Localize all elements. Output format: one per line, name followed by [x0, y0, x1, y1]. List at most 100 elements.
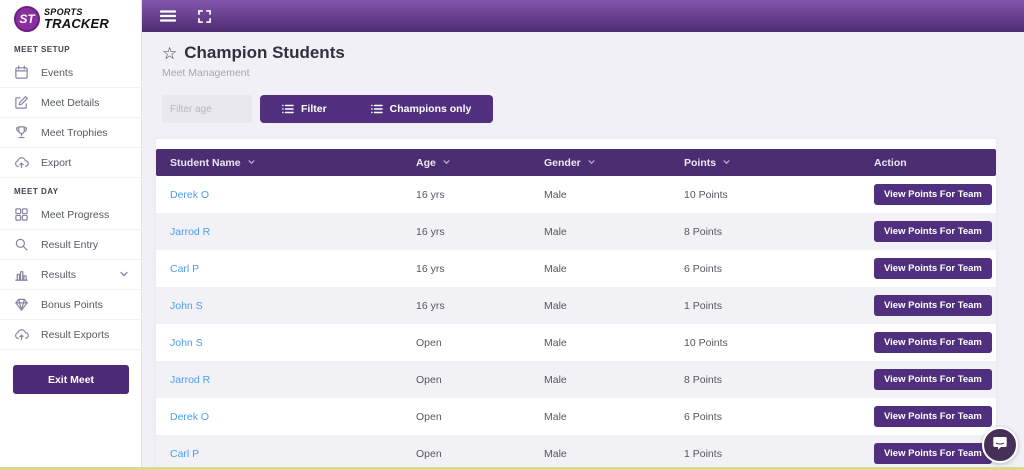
points-cell: 6 Points: [684, 410, 722, 423]
column-header-points[interactable]: Points: [670, 157, 860, 169]
main-content: ☆ Champion Students Meet Management Filt…: [142, 32, 1024, 470]
sidebar-item-export[interactable]: Export: [0, 148, 141, 178]
sort-chevron-icon: [722, 157, 731, 169]
gem-icon: [14, 297, 29, 312]
champions-only-button[interactable]: Champions only: [348, 95, 494, 123]
page-subtitle: Meet Management: [162, 67, 250, 79]
brand-monogram-icon: ST: [14, 5, 40, 32]
points-cell: 10 Points: [684, 336, 728, 349]
age-cell: Open: [416, 336, 442, 349]
column-header-action: Action: [874, 156, 907, 169]
table-row: Carl P Open Male 1 Points View Points Fo…: [156, 435, 996, 470]
age-cell: 16 yrs: [416, 262, 445, 275]
sidebar-item-label: Events: [41, 66, 74, 79]
view-points-for-team-button[interactable]: View Points For Team: [874, 443, 992, 464]
table-row: John S Open Male 10 Points View Points F…: [156, 324, 996, 361]
gender-cell: Male: [544, 188, 567, 201]
sidebar-item-label: Result Exports: [41, 328, 110, 341]
sidebar-item-result-exports[interactable]: Result Exports: [0, 320, 141, 350]
student-name-link[interactable]: John S: [156, 300, 402, 312]
sidebar-item-label: Result Entry: [41, 238, 99, 251]
page-header: ☆ Champion Students Meet Management: [142, 32, 1024, 79]
age-cell: Open: [416, 447, 442, 460]
gender-cell: Male: [544, 336, 567, 349]
bar-chart-icon: [14, 267, 29, 282]
sidebar-item-label: Bonus Points: [41, 298, 103, 311]
sidebar-item-label: Results: [41, 268, 77, 281]
exit-meet-button[interactable]: Exit Meet: [13, 365, 129, 394]
brand-logo[interactable]: ST SPORTS TRACKER: [0, 0, 141, 36]
table-row: Jarrod R Open Male 8 Points View Points …: [156, 361, 996, 398]
trophy-icon: [14, 125, 29, 140]
sidebar-item-events[interactable]: Events: [0, 58, 141, 88]
age-cell: Open: [416, 410, 442, 423]
age-cell: Open: [416, 373, 442, 386]
filter-button[interactable]: Filter: [260, 95, 349, 123]
table-row: John S 16 yrs Male 1 Points View Points …: [156, 287, 996, 324]
champions-only-button-label: Champions only: [389, 103, 472, 115]
sidebar-item-results[interactable]: Results: [0, 260, 141, 290]
filter-bar: Filter Champions only: [162, 95, 1024, 123]
sidebar-item-meet-progress[interactable]: Meet Progress: [0, 200, 141, 230]
sidebar-item-label: Export: [41, 156, 72, 169]
student-name-link[interactable]: Carl P: [156, 263, 402, 275]
view-points-for-team-button[interactable]: View Points For Team: [874, 221, 992, 242]
view-points-for-team-button[interactable]: View Points For Team: [874, 369, 992, 390]
sort-chevron-icon: [247, 157, 256, 169]
page-title: Champion Students: [184, 43, 345, 62]
age-cell: 16 yrs: [416, 188, 445, 201]
student-name-link[interactable]: Jarrod R: [156, 226, 402, 238]
student-name-link[interactable]: Carl P: [156, 448, 402, 460]
column-header-gender[interactable]: Gender: [530, 157, 670, 169]
cloud-export-icon: [14, 327, 29, 342]
calendar-icon: [14, 65, 29, 80]
gender-cell: Male: [544, 373, 567, 386]
gender-cell: Male: [544, 225, 567, 238]
section-label-meet-setup: MEET SETUP: [14, 45, 71, 54]
points-cell: 8 Points: [684, 373, 722, 386]
sort-chevron-icon: [442, 157, 451, 169]
hamburger-menu-icon[interactable]: [160, 9, 176, 23]
column-header-age[interactable]: Age: [402, 157, 530, 169]
age-cell: 16 yrs: [416, 225, 445, 238]
filter-button-label: Filter: [301, 103, 327, 115]
star-icon[interactable]: ☆: [162, 45, 177, 62]
sidebar-item-bonus-points[interactable]: Bonus Points: [0, 290, 141, 320]
filter-age-input[interactable]: [162, 95, 252, 123]
view-points-for-team-button[interactable]: View Points For Team: [874, 258, 992, 279]
view-points-for-team-button[interactable]: View Points For Team: [874, 332, 992, 353]
points-cell: 8 Points: [684, 225, 722, 238]
chevron-down-icon: [119, 266, 129, 284]
fullscreen-icon[interactable]: [198, 9, 211, 23]
table-header-row: Student Name Age Gender Points Action: [156, 149, 996, 176]
sidebar-item-meet-trophies[interactable]: Meet Trophies: [0, 118, 141, 148]
sidebar-item-result-entry[interactable]: Result Entry: [0, 230, 141, 260]
points-cell: 6 Points: [684, 262, 722, 275]
table-row: Jarrod R 16 yrs Male 8 Points View Point…: [156, 213, 996, 250]
student-name-link[interactable]: Jarrod R: [156, 374, 402, 386]
points-cell: 1 Points: [684, 299, 722, 312]
gender-cell: Male: [544, 262, 567, 275]
view-points-for-team-button[interactable]: View Points For Team: [874, 406, 992, 427]
students-table-card: Student Name Age Gender Points Action De…: [156, 139, 996, 470]
sidebar-item-label: Meet Progress: [41, 208, 110, 221]
table-row: Derek O 16 yrs Male 10 Points View Point…: [156, 176, 996, 213]
view-points-for-team-button[interactable]: View Points For Team: [874, 184, 992, 205]
age-cell: 16 yrs: [416, 299, 445, 312]
cloud-export-icon: [14, 155, 29, 170]
column-header-student-name[interactable]: Student Name: [156, 157, 402, 169]
sidebar-item-label: Meet Details: [41, 96, 100, 109]
student-name-link[interactable]: Derek O: [156, 189, 402, 201]
section-label-meet-day: MEET DAY: [14, 187, 59, 196]
edit-icon: [14, 95, 29, 110]
student-name-link[interactable]: Derek O: [156, 411, 402, 423]
points-cell: 1 Points: [684, 447, 722, 460]
gender-cell: Male: [544, 447, 567, 460]
search-icon: [14, 237, 29, 252]
topbar: [142, 0, 1024, 32]
view-points-for-team-button[interactable]: View Points For Team: [874, 295, 992, 316]
chat-widget-button[interactable]: [982, 427, 1018, 463]
sidebar-item-meet-details[interactable]: Meet Details: [0, 88, 141, 118]
student-name-link[interactable]: John S: [156, 337, 402, 349]
gender-cell: Male: [544, 299, 567, 312]
